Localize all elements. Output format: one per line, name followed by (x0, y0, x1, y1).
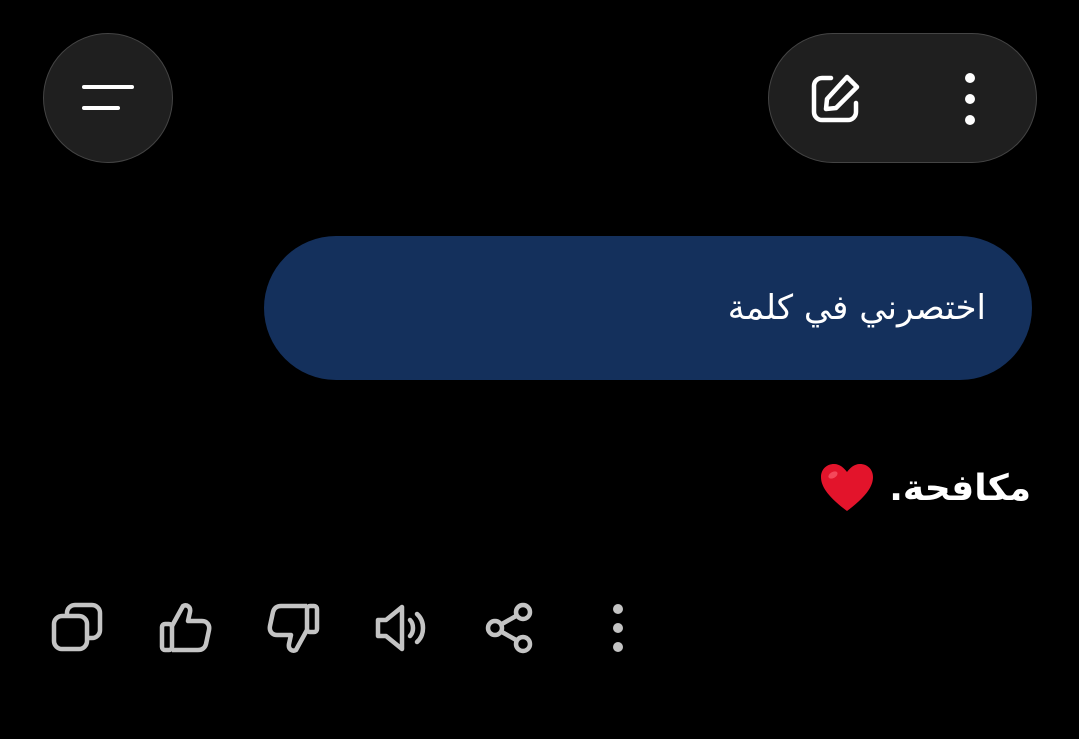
read-aloud-button[interactable] (371, 596, 435, 660)
assistant-reply: مكافحة. (819, 458, 1031, 518)
new-chat-button[interactable] (803, 67, 867, 131)
more-options-button[interactable] (945, 67, 995, 131)
vertical-dots-icon (965, 73, 975, 125)
menu-button[interactable] (43, 33, 173, 163)
share-icon (485, 602, 533, 654)
thumbs-down-icon (267, 603, 320, 653)
copy-icon (51, 602, 103, 652)
share-button[interactable] (477, 596, 541, 660)
edit-icon (811, 74, 860, 123)
message-action-bar (0, 596, 1079, 660)
copy-button[interactable] (45, 596, 109, 660)
top-actions-pill (768, 33, 1037, 163)
menu-lines-icon (82, 85, 134, 110)
dislike-button[interactable] (262, 596, 326, 660)
red-heart-icon (821, 464, 874, 511)
thumbs-up-icon (159, 603, 212, 653)
more-actions-button[interactable] (586, 596, 650, 660)
speaker-icon (375, 604, 426, 652)
user-message-bubble: اختصرني في كلمة (264, 236, 1032, 380)
chat-screen: اختصرني في كلمة مكافحة. (0, 0, 1079, 739)
user-message-text: اختصرني في كلمة (727, 288, 986, 328)
like-button[interactable] (153, 596, 217, 660)
reply-text: مكافحة. (889, 467, 1031, 509)
vertical-dots-icon (613, 604, 623, 652)
